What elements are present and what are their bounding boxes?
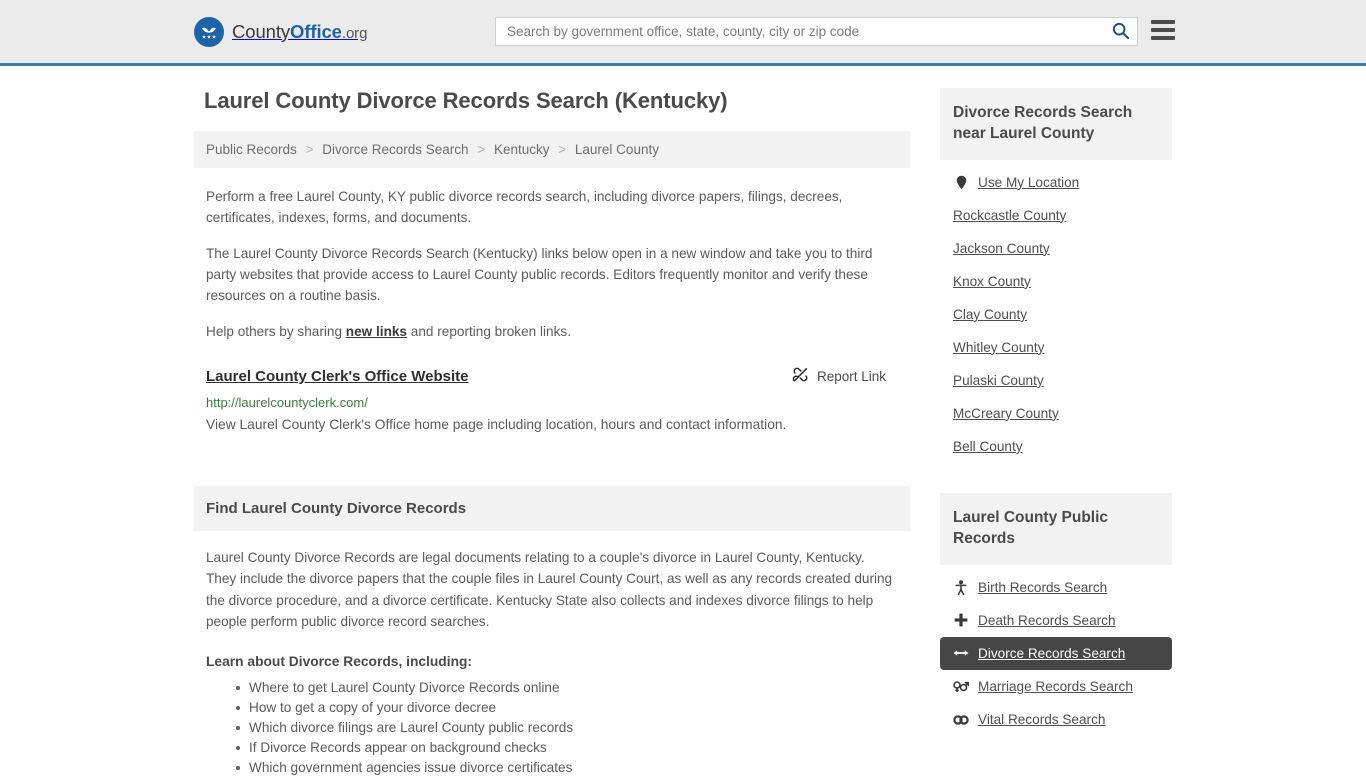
sidebar-nearby-list: Use My Location Rockcastle County Jackso… (940, 166, 1172, 463)
sidebar-item-mccreary-county[interactable]: McCreary County (940, 397, 1172, 430)
hamburger-bar (1151, 20, 1175, 24)
cross-icon (953, 613, 969, 627)
breadcrumb-item-public-records[interactable]: Public Records (206, 142, 297, 157)
report-link-label: Report Link (816, 368, 886, 384)
sidebar-public-records-heading: Laurel County Public Records (940, 492, 1172, 565)
sidebar-item-label[interactable]: Bell County (953, 439, 1023, 454)
list-item: If Divorce Records appear on background … (236, 738, 898, 758)
brand-tld: .org (341, 24, 368, 42)
sidebar-item-marriage-records-search[interactable]: Marriage Records Search (940, 670, 1172, 703)
sidebar: Divorce Records Search near Laurel Count… (940, 88, 1172, 778)
sidebar-nearby-heading: Divorce Records Search near Laurel Count… (940, 88, 1172, 160)
rings-icon (953, 714, 969, 725)
sidebar-item-pulaski-county[interactable]: Pulaski County (940, 364, 1172, 397)
list-item: Where to get Laurel County Divorce Recor… (236, 678, 898, 698)
result-description: View Laurel County Clerk's Office home p… (206, 417, 787, 433)
hamburger-menu-icon[interactable] (1151, 20, 1175, 40)
sidebar-public-records-list: Birth Records Search Death Records Searc… (940, 571, 1172, 736)
main-content: Laurel County Divorce Records Search (Ke… (194, 88, 910, 778)
sidebar-item-label[interactable]: Rockcastle County (953, 208, 1066, 223)
sidebar-item-jackson-county[interactable]: Jackson County (940, 232, 1172, 265)
page-title: Laurel County Divorce Records Search (Ke… (204, 88, 728, 113)
find-section-body: Laurel County Divorce Records are legal … (194, 547, 910, 778)
sidebar-item-label[interactable]: Jackson County (953, 241, 1050, 256)
find-section-paragraph: Laurel County Divorce Records are legal … (206, 550, 893, 630)
venus-mars-icon (953, 679, 969, 693)
hamburger-bar (1151, 36, 1175, 40)
brand-bold: Office (290, 20, 342, 42)
list-item: Which government agencies issue divorce … (236, 758, 898, 778)
left-right-arrow-icon (953, 647, 969, 659)
breadcrumb-item-divorce-records-search[interactable]: Divorce Records Search (322, 142, 468, 157)
hamburger-bar (1151, 28, 1175, 32)
list-item: Which divorce filings are Laurel County … (236, 718, 898, 738)
sidebar-item-whitley-county[interactable]: Whitley County (940, 331, 1172, 364)
sidebar-item-birth-records-search[interactable]: Birth Records Search (940, 571, 1172, 604)
intro-paragraph: Perform a free Laurel County, KY public … (206, 189, 843, 226)
breadcrumb-separator: > (305, 142, 314, 157)
learn-about-list: Where to get Laurel County Divorce Recor… (206, 678, 898, 778)
broken-link-icon (792, 366, 809, 386)
sidebar-item-label[interactable]: Clay County (953, 307, 1027, 322)
sidebar-item-label[interactable]: Pulaski County (953, 373, 1044, 388)
intro-copy: Perform a free Laurel County, KY public … (194, 186, 910, 342)
result-block: Laurel County Clerk's Office Website Rep… (194, 366, 910, 436)
brand-prefix: County (232, 20, 291, 42)
result-title-link[interactable]: Laurel County Clerk's Office Website (206, 368, 469, 385)
baby-icon (953, 579, 969, 595)
search-icon (1111, 21, 1130, 43)
breadcrumb-separator: > (558, 142, 567, 157)
new-links-link[interactable]: new links (346, 324, 407, 339)
help-prefix: Help others by sharing (206, 324, 346, 340)
learn-about-label: Learn about Divorce Records, including: (206, 654, 473, 670)
sidebar-item-label[interactable]: Marriage Records Search (978, 679, 1133, 694)
page-body: Laurel County Divorce Records Search (Ke… (0, 66, 1366, 778)
search-button[interactable] (1103, 18, 1137, 45)
breadcrumb-item-kentucky[interactable]: Kentucky (494, 142, 550, 157)
sidebar-item-vital-records-search[interactable]: Vital Records Search (940, 703, 1172, 736)
breadcrumb: Public Records > Divorce Records Search … (194, 131, 910, 168)
eagle-stars-icon (194, 16, 224, 47)
sidebar-item-death-records-search[interactable]: Death Records Search (940, 604, 1172, 637)
site-header: CountyOffice.org (0, 0, 1366, 66)
sidebar-item-label[interactable]: McCreary County (953, 406, 1059, 421)
report-link-button[interactable]: Report Link (792, 366, 886, 386)
map-pin-icon (953, 175, 969, 190)
result-url: http://laurelcountyclerk.com/ (206, 395, 368, 411)
breadcrumb-item-laurel-county[interactable]: Laurel County (575, 142, 659, 157)
breadcrumb-separator: > (477, 142, 486, 157)
second-paragraph: The Laurel County Divorce Records Search… (206, 246, 873, 304)
sidebar-item-clay-county[interactable]: Clay County (940, 298, 1172, 331)
search-bar (495, 17, 1138, 46)
sidebar-item-rockcastle-county[interactable]: Rockcastle County (940, 199, 1172, 232)
help-suffix: and reporting broken links. (407, 324, 571, 340)
sidebar-item-label[interactable]: Vital Records Search (978, 712, 1105, 727)
sidebar-item-label[interactable]: Death Records Search (978, 613, 1116, 628)
site-logo-text: CountyOffice.org (232, 21, 367, 43)
site-logo[interactable]: CountyOffice.org (194, 16, 367, 47)
search-input[interactable] (496, 24, 1103, 39)
sidebar-item-label[interactable]: Knox County (953, 274, 1031, 289)
sidebar-item-knox-county[interactable]: Knox County (940, 265, 1172, 298)
sidebar-item-label[interactable]: Use My Location (978, 175, 1079, 190)
sidebar-item-use-my-location[interactable]: Use My Location (940, 166, 1172, 199)
help-paragraph: Help others by sharing new links and rep… (206, 321, 898, 342)
sidebar-item-label[interactable]: Divorce Records Search (978, 646, 1125, 661)
result-title-row: Laurel County Clerk's Office Website Rep… (206, 366, 898, 386)
sidebar-item-bell-county[interactable]: Bell County (940, 430, 1172, 463)
sidebar-item-label[interactable]: Birth Records Search (978, 580, 1107, 595)
find-section-heading: Find Laurel County Divorce Records (194, 486, 910, 532)
sidebar-item-label[interactable]: Whitley County (953, 340, 1044, 355)
list-item: How to get a copy of your divorce decree (236, 698, 898, 718)
sidebar-item-divorce-records-search[interactable]: Divorce Records Search (940, 636, 1172, 670)
